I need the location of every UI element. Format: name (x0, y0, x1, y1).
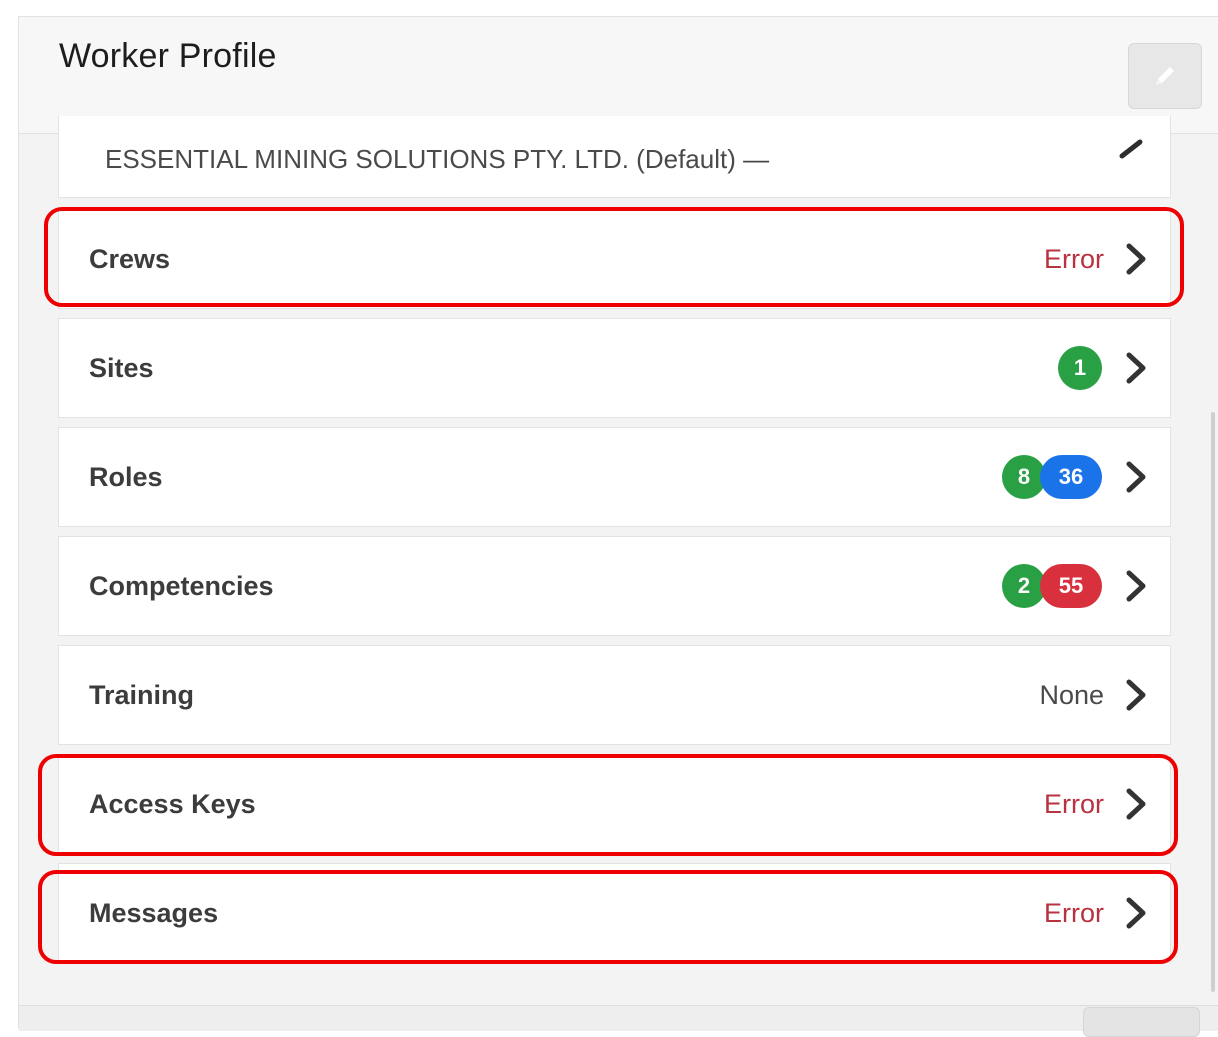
panel-footer (19, 1005, 1218, 1031)
page-title: Worker Profile (59, 37, 277, 75)
company-name: ESSENTIAL MINING SOLUTIONS PTY. LTD. (De… (105, 144, 770, 174)
chevron-right-icon (1126, 352, 1146, 384)
company-row[interactable]: ESSENTIAL MINING SOLUTIONS PTY. LTD. (De… (58, 116, 1171, 198)
list-item-training[interactable]: Training None (58, 645, 1171, 745)
chevron-right-icon (1126, 570, 1146, 602)
none-status: None (1039, 679, 1104, 710)
count-badge: 36 (1040, 455, 1102, 499)
list-item-roles[interactable]: Roles 8 36 (58, 427, 1171, 527)
footer-button[interactable] (1083, 1007, 1200, 1037)
list-item-label: Roles (89, 461, 163, 492)
edit-button[interactable] (1128, 43, 1202, 109)
list-item-label: Sites (89, 352, 154, 383)
list-item-label: Training (89, 679, 195, 710)
chevron-right-icon (1126, 461, 1146, 493)
pencil-icon (1156, 67, 1174, 85)
scrollbar[interactable] (1211, 412, 1215, 992)
count-badge: 1 (1058, 346, 1102, 390)
list-item-label: Competencies (89, 570, 274, 601)
chevron-right-icon (1119, 139, 1143, 159)
count-badge: 55 (1040, 564, 1102, 608)
highlight-messages (38, 870, 1178, 964)
list-item-sites[interactable]: Sites 1 (58, 318, 1171, 418)
highlight-crews (44, 207, 1184, 307)
list-item-competencies[interactable]: Competencies 2 55 (58, 536, 1171, 636)
highlight-access-keys (38, 754, 1178, 856)
chevron-right-icon (1126, 679, 1146, 711)
